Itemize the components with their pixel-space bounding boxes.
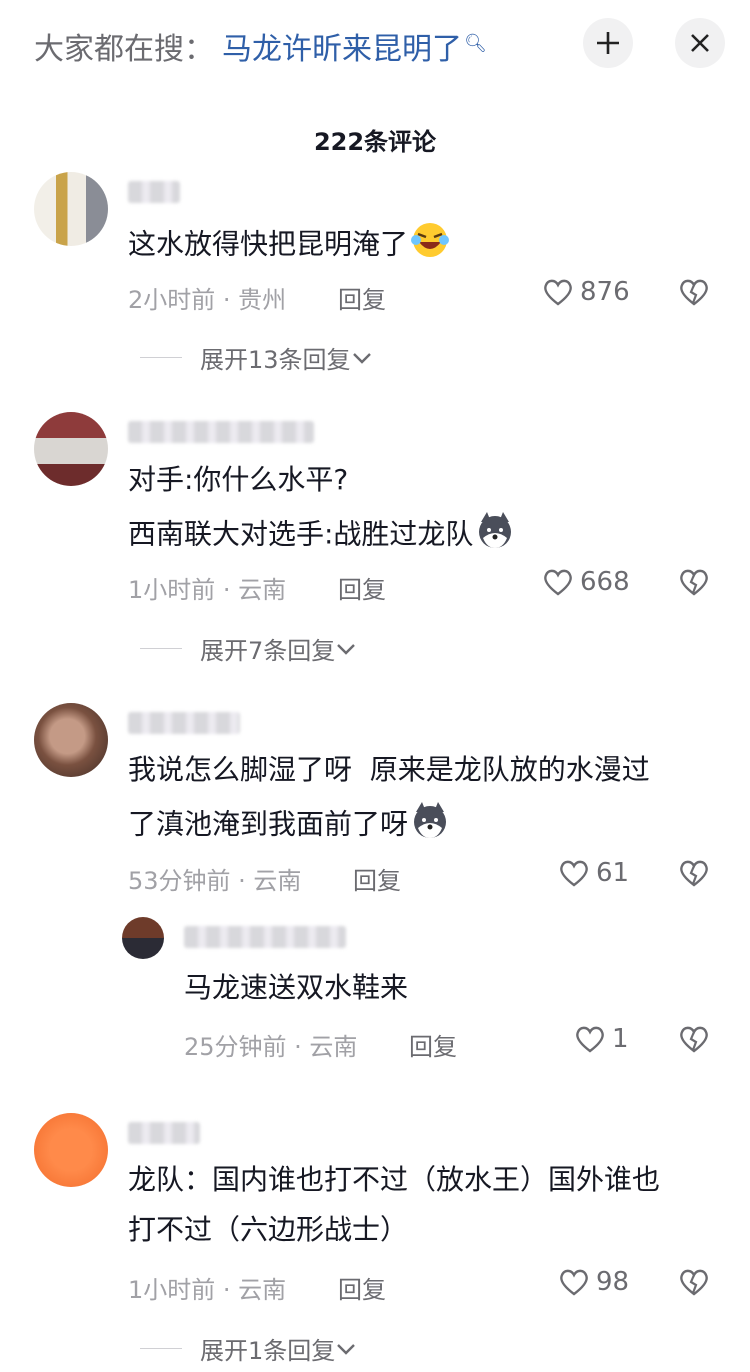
comment-text: 这水放得快把昆明淹了 [128,220,450,271]
chevron-down-icon [337,1343,356,1355]
reply-button[interactable]: 回复 [338,570,386,605]
like-button[interactable]: 876 [542,277,630,307]
comment-time-location: 1小时前 · 云南 [128,576,287,604]
avatar[interactable] [34,412,108,486]
comment-text: 我说怎么脚湿了呀 原来是龙队放的水漫过 了滇池淹到我面前了呀 [128,750,650,851]
reply-button[interactable]: 回复 [338,1270,386,1305]
comment-time-location: 53分钟前 · 云南 [128,867,302,895]
chevron-down-icon [352,352,371,364]
broken-heart-icon [680,1026,708,1053]
username-blurred[interactable] [128,712,240,734]
top-bar: 大家都在搜： 马龙许昕来昆明了 🔍︎ [0,0,750,90]
dislike-button[interactable] [678,1024,710,1058]
search-suggestion-link[interactable]: 马龙许昕来昆明了 🔍︎ [222,24,487,68]
avatar[interactable] [34,703,108,777]
search-prefix: 大家都在搜： [34,32,214,67]
like-button[interactable]: 61 [558,858,629,888]
husky-emoji-icon [475,510,515,561]
broken-heart-icon [680,1269,708,1296]
avatar[interactable] [34,1113,108,1187]
like-count: 98 [596,1267,630,1297]
comment-line: 对手:你什么水平? [128,463,349,496]
divider-line [140,648,182,649]
close-icon [691,34,709,52]
close-button[interactable] [675,18,725,68]
laughing-tears-emoji-icon [410,220,450,271]
expand-replies-label: 展开1条回复 [200,1337,336,1365]
heart-icon [576,1026,604,1053]
comment-line: 打不过（六边形战士） [128,1213,409,1246]
username-blurred[interactable] [128,421,314,443]
search-icon: 🔍︎ [464,33,487,54]
like-count: 668 [580,567,630,597]
reply-button[interactable]: 回复 [338,280,386,315]
reply-avatar[interactable] [122,917,164,959]
dislike-button[interactable] [678,858,710,892]
expand-replies-button[interactable]: 展开7条回复 [140,631,357,666]
heart-icon [560,860,588,887]
reply-button[interactable]: 回复 [409,1027,457,1062]
comment-text: 对手:你什么水平? 西南联大对选手:战胜过龙队 [128,460,515,561]
username-blurred[interactable] [128,181,180,203]
expand-replies-button[interactable]: 展开13条回复 [140,340,373,375]
dislike-button[interactable] [678,277,710,311]
comment-line: 这水放得快把昆明淹了 [128,227,409,261]
reply-text: 马龙速送双水鞋来 [184,971,409,1004]
like-button[interactable]: 1 [574,1024,629,1054]
heart-icon [560,1269,588,1296]
like-button[interactable]: 98 [558,1267,629,1297]
dislike-button[interactable] [678,567,710,601]
dislike-button[interactable] [678,1267,710,1301]
reply-time-location: 25分钟前 · 云南 [184,1033,358,1061]
reply-username-blurred[interactable] [184,926,346,948]
comment-text: 龙队：国内谁也打不过（放水王）国外谁也 打不过（六边形战士） [128,1160,660,1250]
divider-line [140,1348,182,1349]
expand-replies-label: 展开7条回复 [200,637,336,665]
comment-count: 222条评论 [313,128,437,156]
comment-line: 我说怎么脚湿了呀 原来是龙队放的水漫过 [128,753,650,786]
comment-time-location: 1小时前 · 云南 [128,1276,287,1304]
reply-button[interactable]: 回复 [353,861,401,896]
comment-line: 龙队：国内谁也打不过（放水王）国外谁也 [128,1163,661,1196]
heart-icon [544,569,572,596]
broken-heart-icon [680,569,708,596]
divider-line [140,357,182,358]
expand-replies-button[interactable]: 展开1条回复 [140,1331,357,1366]
chevron-down-icon [337,643,356,655]
search-query-text: 马龙许昕来昆明了 [222,32,462,67]
collapse-icon [597,32,619,54]
like-count: 61 [596,858,630,888]
heart-icon [544,279,572,306]
like-button[interactable]: 668 [542,567,630,597]
broken-heart-icon [680,279,708,306]
collapse-button[interactable] [583,18,633,68]
comment-line: 了滇池淹到我面前了呀 [128,807,409,841]
like-count: 876 [580,277,630,307]
husky-emoji-icon [410,800,450,851]
username-blurred[interactable] [128,1122,200,1144]
expand-replies-label: 展开13条回复 [200,346,351,374]
comment-line: 西南联大对选手:战胜过龙队 [128,517,474,551]
comment-time-location: 2小时前 · 贵州 [128,286,287,314]
like-count: 1 [612,1024,629,1054]
broken-heart-icon [680,860,708,887]
avatar[interactable] [34,172,108,246]
